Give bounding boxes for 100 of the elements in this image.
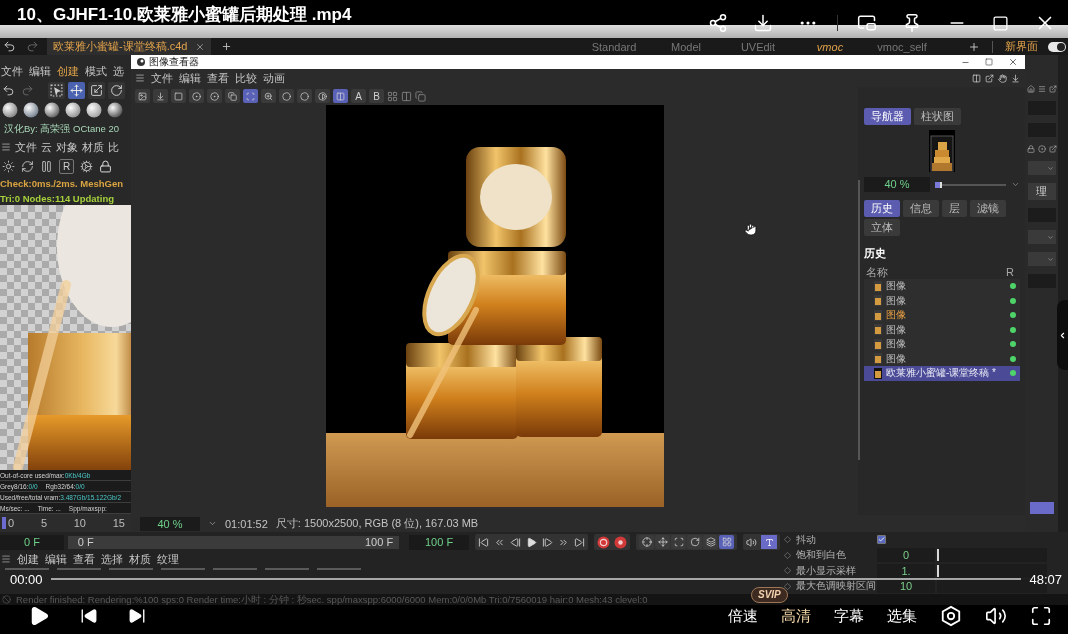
dropdown-icon[interactable] <box>1011 180 1020 189</box>
zoom-field[interactable]: 40 % <box>140 516 200 531</box>
panel-tab[interactable]: 导航器 <box>864 108 911 125</box>
redo-icon[interactable] <box>26 40 39 53</box>
menu-icon[interactable] <box>1 142 11 152</box>
text-tile-icon[interactable] <box>761 535 777 549</box>
layout-tab[interactable]: vmoc <box>794 40 866 53</box>
letter-button[interactable]: A <box>351 89 366 103</box>
menu-item[interactable]: 查看 <box>73 551 95 567</box>
external-link-icon[interactable] <box>1048 85 1057 93</box>
menu-item[interactable]: 对象 <box>56 139 78 155</box>
scroll-thumb[interactable] <box>1029 502 1054 514</box>
menu-icon[interactable] <box>1 554 11 564</box>
material-ball-icon[interactable] <box>107 102 123 118</box>
target-icon[interactable] <box>1037 145 1046 153</box>
hand-icon[interactable] <box>998 73 1007 83</box>
add-tab-icon[interactable] <box>221 41 233 52</box>
number-field[interactable]: 1. <box>877 563 935 578</box>
menu-item[interactable]: 编辑 <box>179 70 201 86</box>
pause-icon[interactable] <box>40 159 53 173</box>
copy-icon[interactable] <box>415 90 426 102</box>
select-tool-button[interactable] <box>48 81 65 99</box>
letter-button[interactable]: B <box>369 89 384 103</box>
key-tool-button[interactable] <box>703 535 718 549</box>
maximize-icon[interactable] <box>992 14 1009 32</box>
menu-icon[interactable] <box>1037 85 1046 93</box>
fullscreen-icon[interactable] <box>1030 605 1052 627</box>
key-tool-button[interactable] <box>655 535 670 549</box>
tool-button[interactable] <box>225 89 240 103</box>
key-tool-button[interactable] <box>719 535 734 549</box>
material-ball-icon[interactable] <box>44 102 60 118</box>
menu-item[interactable]: 查看 <box>207 70 229 86</box>
skip-back-icon[interactable] <box>80 607 98 625</box>
material-ball-icon[interactable] <box>23 102 39 118</box>
split-view-icon[interactable] <box>401 90 412 102</box>
tool-button[interactable] <box>207 89 222 103</box>
menu-item[interactable]: 动画 <box>263 70 285 86</box>
tool-button[interactable] <box>333 89 348 103</box>
panel-tab[interactable]: 立体 <box>864 219 900 236</box>
layout-tab[interactable]: Model <box>650 40 722 53</box>
skip-back-icon[interactable] <box>478 536 489 548</box>
number-field[interactable]: 0 <box>877 548 935 563</box>
layout-tab[interactable]: vmoc_self <box>866 40 938 53</box>
scale-tool-button[interactable] <box>88 81 105 99</box>
menu-item[interactable]: 选 <box>113 63 124 79</box>
layout-toggle[interactable] <box>1048 41 1066 52</box>
settings-icon[interactable] <box>940 605 962 627</box>
share-icon[interactable] <box>708 13 728 33</box>
material-ball-icon[interactable] <box>2 102 18 118</box>
r-button[interactable]: R <box>59 158 74 174</box>
refresh-icon[interactable] <box>21 159 34 173</box>
menu-item[interactable]: 模式 <box>85 63 107 79</box>
menu-item[interactable]: 纹理 <box>157 551 179 567</box>
dropdown-icon[interactable] <box>208 519 217 528</box>
tool-button[interactable] <box>315 89 330 103</box>
menu-item[interactable]: 比较 <box>235 70 257 86</box>
external-link-icon[interactable] <box>1048 145 1057 153</box>
zoom-slider[interactable] <box>935 183 1006 186</box>
sun-icon[interactable] <box>2 159 15 173</box>
episodes-button[interactable]: 选集 <box>887 606 917 626</box>
quality-button[interactable]: 高清 <box>781 606 811 626</box>
menu-item[interactable]: 编辑 <box>45 551 67 567</box>
menu-item[interactable]: 编辑 <box>29 63 51 79</box>
gear-icon[interactable] <box>80 159 93 173</box>
key-tool-button[interactable] <box>687 535 702 549</box>
speed-button[interactable]: 倍速 <box>728 606 758 626</box>
key-tool-button[interactable] <box>671 535 686 549</box>
menu-item[interactable]: 文件 <box>1 63 23 79</box>
number-field[interactable]: 10 <box>877 579 935 594</box>
subtitles-button[interactable]: 字幕 <box>834 606 864 626</box>
volume-icon[interactable] <box>985 605 1007 627</box>
add-layout-icon[interactable] <box>968 40 980 53</box>
new-layout-button[interactable]: 新界面 <box>1005 39 1038 54</box>
tool-button[interactable] <box>189 89 204 103</box>
menu-item[interactable]: 文件 <box>151 70 173 86</box>
external-link-icon[interactable] <box>985 73 994 83</box>
lock-icon[interactable] <box>1026 145 1035 153</box>
record-icon[interactable] <box>597 535 610 549</box>
history-row[interactable]: 图像 <box>864 279 1020 294</box>
side-handle[interactable] <box>1057 300 1068 370</box>
tool-button[interactable] <box>153 89 168 103</box>
skip-forward-icon[interactable] <box>128 607 146 625</box>
lock-icon[interactable] <box>99 159 112 173</box>
menu-item[interactable]: 创建 <box>17 551 39 567</box>
history-row[interactable]: 图像 <box>864 337 1020 352</box>
frame-field[interactable]: 100 F <box>409 534 469 550</box>
zoom-field[interactable]: 40 % <box>864 177 930 192</box>
pin-icon[interactable] <box>902 13 922 33</box>
play-icon[interactable] <box>526 536 537 548</box>
undo-icon[interactable] <box>2 83 15 97</box>
scrollbar[interactable] <box>858 180 860 460</box>
panel-tab[interactable]: 层 <box>942 200 967 217</box>
material-ball-icon[interactable] <box>65 102 81 118</box>
menu-item[interactable]: 选择 <box>101 551 123 567</box>
step-forward-icon[interactable] <box>542 536 553 548</box>
material-ball-icon[interactable] <box>86 102 102 118</box>
step-back-icon[interactable] <box>510 536 521 548</box>
house-icon[interactable] <box>1026 85 1035 93</box>
panel-tab[interactable]: 滤镜 <box>970 200 1006 217</box>
picture-in-picture-icon[interactable] <box>857 13 877 33</box>
